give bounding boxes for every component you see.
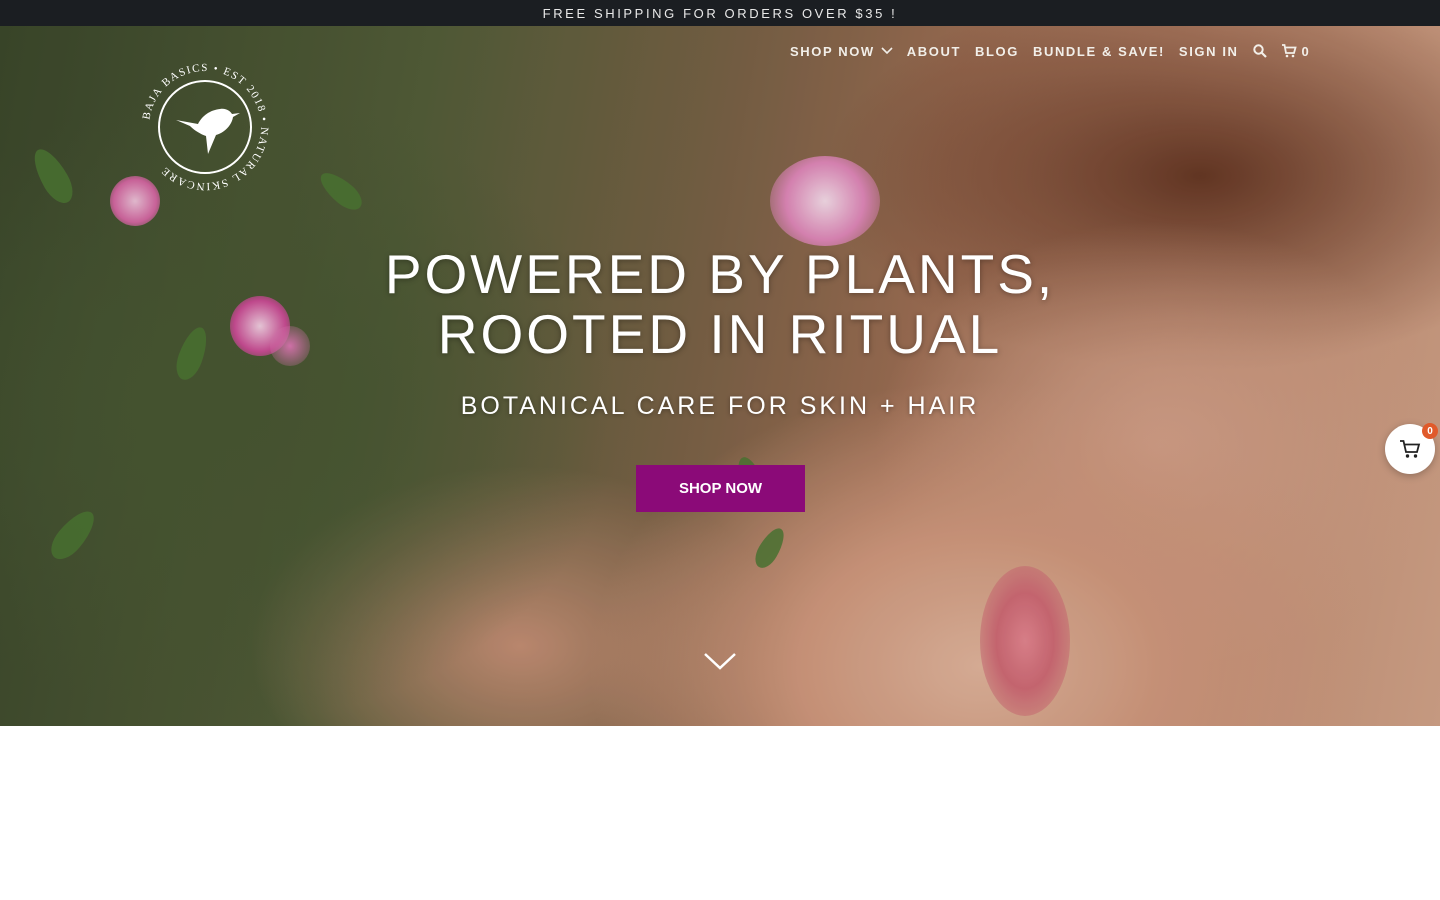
announcement-bar: FREE SHIPPING FOR ORDERS OVER $35 ! (0, 0, 1440, 26)
nav-blog-label: BLOG (975, 43, 1019, 59)
nav-about-label: ABOUT (906, 43, 962, 59)
chevron-down-icon (881, 47, 893, 55)
hero-subheadline: BOTANICAL CARE FOR SKIN + HAIR (460, 392, 980, 420)
nav-shop-now[interactable]: SHOP NOW (790, 44, 893, 59)
cart-count: 0 (1301, 43, 1311, 59)
hero-headline: POWERED BY PLANTS, ROOTED IN RITUAL (0, 244, 1440, 364)
search-icon (1252, 44, 1267, 58)
announcement-text: FREE SHIPPING FOR ORDERS OVER $35 ! (542, 5, 898, 21)
cart-link[interactable]: 0 (1281, 44, 1311, 59)
main-nav: SHOP NOW ABOUT BLOG BUNDLE & SAVE! SIGN … (790, 40, 1324, 62)
chevron-down-icon[interactable] (703, 651, 737, 671)
cart-icon (1281, 44, 1297, 58)
nav-bundle-save[interactable]: BUNDLE & SAVE! (1033, 44, 1165, 59)
nav-blog[interactable]: BLOG (975, 44, 1019, 59)
nav-bundle-save-label: BUNDLE & SAVE! (1032, 43, 1165, 59)
shop-now-button[interactable]: SHOP NOW (636, 465, 805, 512)
nav-shop-now-label: SHOP NOW (790, 43, 875, 59)
nav-sign-in-label: SIGN IN (1178, 43, 1239, 59)
hero-banner: BAJA BASICS • EST 2018 • NATURAL SKINCAR… (0, 26, 1440, 726)
search-button[interactable] (1252, 44, 1267, 58)
cart-icon (1400, 440, 1421, 458)
headline-line-2: ROOTED IN RITUAL (437, 303, 1003, 365)
floating-cart-badge: 0 (1422, 423, 1438, 439)
nav-about[interactable]: ABOUT (907, 44, 961, 59)
brand-logo[interactable]: BAJA BASICS • EST 2018 • NATURAL SKINCAR… (140, 62, 270, 192)
hummingbird-icon (176, 108, 240, 154)
headline-line-1: POWERED BY PLANTS, (384, 243, 1056, 305)
nav-sign-in[interactable]: SIGN IN (1179, 44, 1239, 59)
